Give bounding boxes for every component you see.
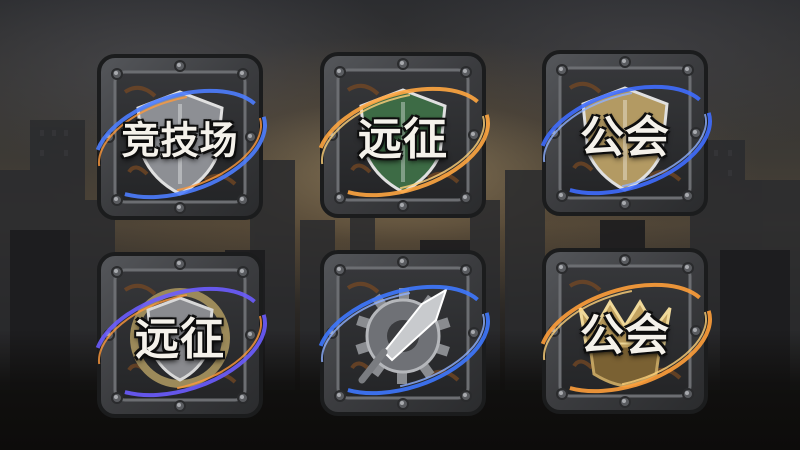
tile-label: 远征	[358, 114, 448, 165]
tile-label: 竞技场	[121, 118, 239, 163]
tile-label: 远征	[135, 314, 225, 365]
menu-tile-guild-2[interactable]: 公会	[538, 246, 712, 416]
menu-tile-expedition-2[interactable]: 远征	[93, 250, 267, 420]
tile-label: 公会	[580, 310, 670, 361]
tile-label: 公会	[580, 112, 670, 163]
tile-frame	[316, 250, 490, 416]
menu-tile-battle[interactable]	[316, 248, 490, 418]
menu-tile-arena[interactable]: 竞技场	[93, 52, 267, 222]
menu-tile-guild[interactable]: 公会	[538, 48, 712, 218]
menu-tile-expedition[interactable]: 远征	[316, 50, 490, 220]
